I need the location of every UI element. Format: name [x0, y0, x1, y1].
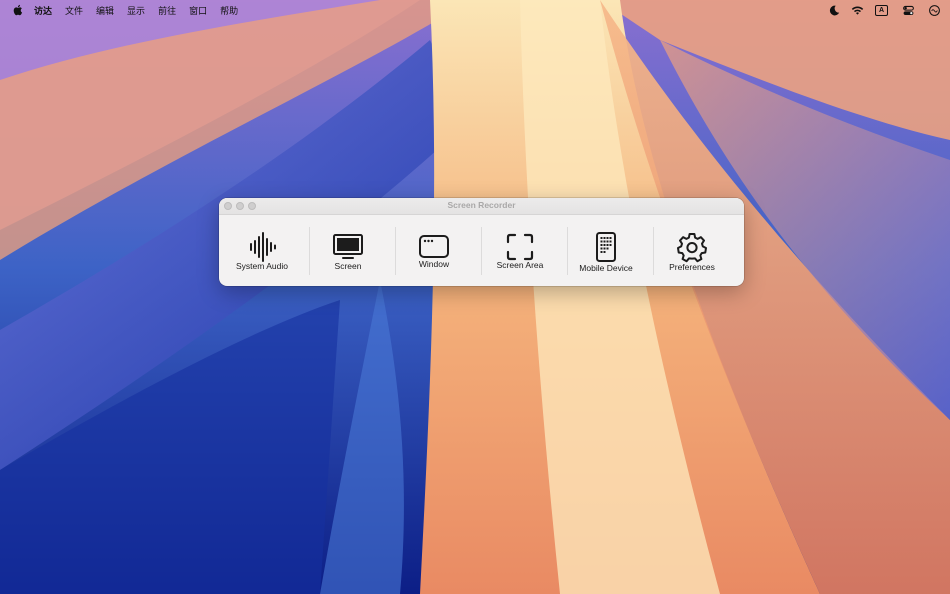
menu-items: 访达 文件 编辑 显示 前往 窗口 帮助	[34, 0, 251, 21]
menu-item-window[interactable]: 窗口	[189, 4, 207, 17]
mobile-device-button[interactable]: Mobile Device	[563, 215, 649, 286]
preferences-button[interactable]: Preferences	[649, 215, 735, 286]
menu-bar: 访达 文件 编辑 显示 前往 窗口 帮助 A	[0, 0, 950, 21]
waveform-icon	[250, 232, 276, 262]
menu-item-edit[interactable]: 编辑	[96, 4, 114, 17]
apple-icon[interactable]	[12, 4, 23, 16]
screen-area-button[interactable]: Screen Area	[477, 215, 563, 286]
phone-icon	[596, 232, 616, 262]
menu-item-finder[interactable]: 访达	[34, 4, 52, 17]
menu-item-view[interactable]: 显示	[127, 4, 145, 17]
system-audio-label: System Audio	[236, 261, 288, 271]
menu-item-go[interactable]: 前往	[158, 4, 176, 17]
screen-area-label: Screen Area	[496, 260, 544, 270]
wifi-icon[interactable]	[851, 4, 864, 17]
menu-item-help[interactable]: 帮助	[220, 4, 238, 17]
window-label: Window	[418, 259, 450, 269]
screen-recorder-window: Screen Recorder System Audio Screen Wind…	[219, 198, 744, 286]
window-capture-button[interactable]: Window	[391, 215, 477, 286]
system-audio-button[interactable]: System Audio	[219, 215, 305, 286]
siri-icon[interactable]	[928, 4, 941, 17]
gear-icon	[677, 233, 707, 263]
control-center-icon[interactable]	[902, 4, 915, 17]
desktop: 访达 文件 编辑 显示 前往 窗口 帮助 A Screen Recorder S…	[0, 0, 950, 594]
screen-button[interactable]: Screen	[305, 215, 391, 286]
mobile-device-label: Mobile Device	[579, 263, 633, 273]
moon-icon[interactable]	[828, 4, 841, 17]
wallpaper	[0, 0, 950, 594]
window-title: Screen Recorder	[447, 200, 516, 210]
title-bar[interactable]: Screen Recorder	[219, 198, 744, 215]
preferences-label: Preferences	[669, 262, 715, 272]
input-source-icon[interactable]: A	[875, 5, 888, 16]
screen-label: Screen	[334, 261, 362, 271]
recorder-toolbar: System Audio Screen Window Screen Area M…	[219, 215, 744, 286]
display-icon	[333, 234, 363, 259]
crop-frame-icon	[506, 233, 534, 261]
menu-item-file[interactable]: 文件	[65, 4, 83, 17]
